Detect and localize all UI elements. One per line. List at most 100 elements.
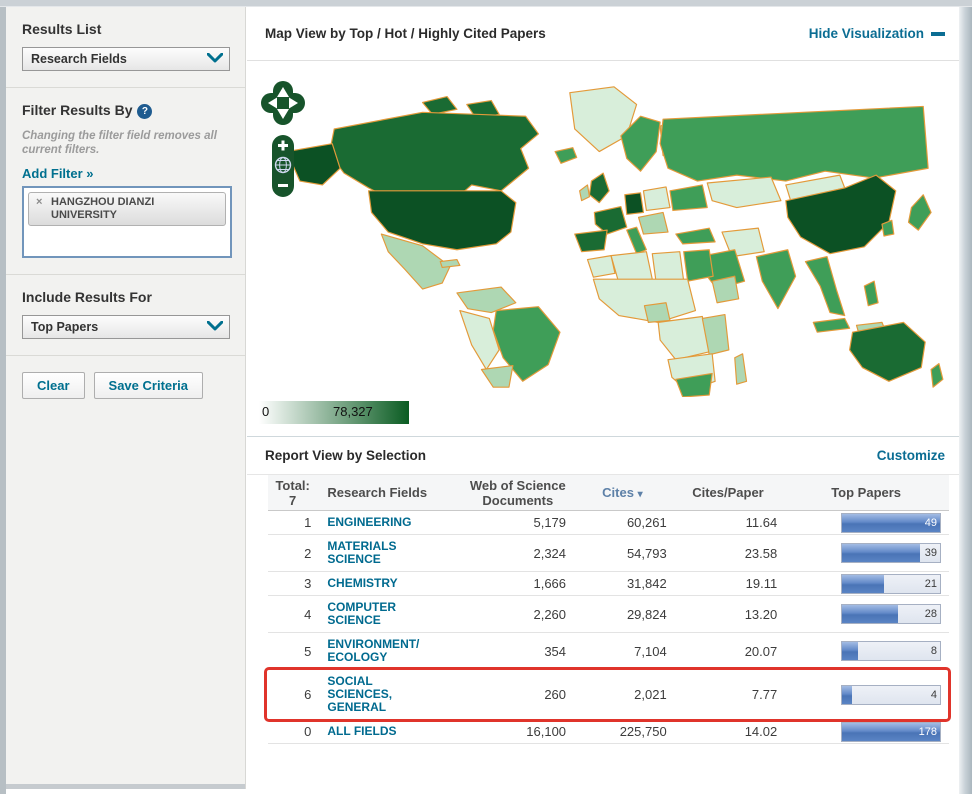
row-rank: 0	[268, 724, 317, 739]
filter-heading: Filter Results By?	[22, 102, 229, 119]
col-total: Total: 7	[268, 478, 317, 508]
help-icon[interactable]: ?	[137, 104, 152, 119]
top-papers-value: 49	[925, 517, 937, 529]
total-value: 7	[268, 493, 317, 508]
report-header: Report View by Selection Customize	[247, 437, 959, 475]
include-results-heading: Include Results For	[22, 289, 229, 305]
table-row[interactable]: 6 SOCIAL SCIENCES, GENERAL 260 2,021 7.7…	[268, 670, 949, 720]
customize-link[interactable]: Customize	[877, 448, 945, 463]
row-cites-per-paper: 23.58	[673, 546, 784, 561]
world-map-visualization[interactable]: 0 78,327	[247, 61, 959, 437]
include-results-section: Include Results For Top Papers	[6, 275, 245, 356]
map-zoom-control[interactable]	[272, 135, 294, 197]
row-cites: 7,104	[572, 644, 673, 659]
scrollbar[interactable]	[959, 7, 972, 794]
country-egypt[interactable]	[684, 250, 713, 281]
row-rank: 1	[268, 515, 317, 530]
row-cites: 60,261	[572, 515, 673, 530]
world-map[interactable]	[275, 75, 953, 397]
top-papers-bar: 49	[841, 513, 941, 533]
results-list-dropdown[interactable]: Research Fields	[22, 47, 230, 71]
row-cites-per-paper: 7.77	[673, 687, 784, 702]
map-legend: 0 78,327	[259, 401, 409, 424]
row-documents: 2,324	[463, 546, 572, 561]
top-papers-bar: 178	[841, 722, 941, 742]
legend-max: 78,327	[333, 404, 373, 419]
col-cites-sort[interactable]: Cites ▾	[572, 485, 673, 500]
research-field-link[interactable]: MATERIALS SCIENCE	[327, 535, 423, 571]
top-papers-value: 39	[925, 547, 937, 559]
research-field-link[interactable]: ENGINEERING	[327, 511, 423, 534]
col-research-fields[interactable]: Research Fields	[317, 485, 463, 500]
filter-note: Changing the filter field removes all cu…	[22, 129, 229, 157]
table-row[interactable]: 4 COMPUTER SCIENCE 2,260 29,824 13.20 28	[268, 596, 949, 633]
row-rank: 2	[268, 546, 317, 561]
table-row[interactable]: 5 ENVIRONMENT/ECOLOGY 354 7,104 20.07 8	[268, 633, 949, 670]
row-cites-per-paper: 14.02	[673, 724, 784, 739]
remove-filter-icon[interactable]: ×	[36, 196, 42, 209]
top-papers-value: 178	[919, 726, 937, 738]
sort-down-icon: ▾	[638, 489, 643, 500]
table-header-row: Total: 7 Research Fields Web of Science …	[268, 475, 949, 511]
col-wos-documents[interactable]: Web of Science Documents	[464, 478, 573, 508]
col-cites-per-paper[interactable]: Cites/Paper	[673, 485, 784, 500]
research-field-link[interactable]: ALL FIELDS	[327, 720, 423, 743]
sidebar: Results List Research Fields Filter Resu…	[6, 7, 246, 789]
top-papers-bar: 28	[841, 604, 941, 624]
table-row[interactable]: 3 CHEMISTRY 1,666 31,842 19.11 21	[268, 572, 949, 596]
top-papers-bar-fill	[842, 605, 898, 623]
table-row[interactable]: 1 ENGINEERING 5,179 60,261 11.64 49	[268, 511, 949, 535]
clear-button[interactable]: Clear	[22, 372, 85, 399]
hide-visualization-label: Hide Visualization	[809, 26, 924, 41]
research-field-link[interactable]: COMPUTER SCIENCE	[327, 596, 423, 632]
report-view-title: Report View by Selection	[265, 448, 426, 463]
table-row[interactable]: 0 ALL FIELDS 16,100 225,750 14.02 178	[268, 720, 949, 744]
filter-heading-label: Filter Results By	[22, 102, 132, 118]
map-view-title: Map View by Top / Hot / Highly Cited Pap…	[265, 26, 546, 41]
row-cites: 54,793	[572, 546, 673, 561]
filter-section: Filter Results By? Changing the filter f…	[6, 88, 245, 275]
country-india[interactable]	[756, 250, 795, 309]
top-papers-bar-fill	[842, 642, 858, 660]
save-criteria-button[interactable]: Save Criteria	[94, 372, 204, 399]
research-field-link[interactable]: SOCIAL SCIENCES, GENERAL	[327, 670, 423, 719]
top-papers-bar: 4	[841, 685, 941, 705]
filter-tag: × HANGZHOU DIANZI UNIVERSITY	[28, 192, 226, 226]
country-uk[interactable]	[589, 173, 609, 202]
results-list-dropdown-value: Research Fields	[31, 52, 127, 66]
add-filter-link[interactable]: Add Filter »	[22, 166, 94, 181]
country-new-zealand[interactable]	[931, 364, 943, 388]
chevron-down-icon	[207, 50, 223, 68]
include-results-dropdown[interactable]: Top Papers	[22, 315, 230, 339]
row-cites: 29,824	[572, 607, 673, 622]
filter-tag-label: HANGZHOU DIANZI UNIVERSITY	[51, 196, 154, 221]
research-field-link[interactable]: CHEMISTRY	[327, 572, 423, 595]
filter-box[interactable]: × HANGZHOU DIANZI UNIVERSITY	[22, 186, 232, 258]
main-panel: Map View by Top / Hot / Highly Cited Pap…	[247, 7, 959, 794]
country-russia[interactable]	[660, 106, 928, 181]
top-papers-value: 21	[925, 578, 937, 590]
results-list-heading: Results List	[22, 21, 229, 37]
country-japan[interactable]	[909, 195, 932, 230]
country-spain[interactable]	[575, 230, 607, 252]
research-field-link[interactable]: ENVIRONMENT/ECOLOGY	[327, 633, 423, 669]
top-papers-value: 8	[931, 645, 937, 657]
row-cites: 2,021	[572, 687, 673, 702]
cites-label: Cites	[602, 485, 634, 500]
hide-visualization-link[interactable]: Hide Visualization	[809, 26, 945, 41]
row-cites: 31,842	[572, 576, 673, 591]
row-rank: 4	[268, 607, 317, 622]
country-france[interactable]	[594, 207, 626, 234]
col-top-papers[interactable]: Top Papers	[783, 485, 949, 500]
report-table: Total: 7 Research Fields Web of Science …	[268, 475, 949, 744]
table-row[interactable]: 2 MATERIALS SCIENCE 2,324 54,793 23.58 3…	[268, 535, 949, 572]
country-canada[interactable]	[329, 112, 538, 200]
row-cites-per-paper: 19.11	[673, 576, 784, 591]
chevron-down-icon	[207, 318, 223, 336]
map-pan-control[interactable]	[261, 81, 305, 125]
row-documents: 2,260	[463, 607, 572, 622]
row-cites-per-paper: 20.07	[673, 644, 784, 659]
country-germany[interactable]	[625, 193, 644, 215]
country-australia[interactable]	[850, 322, 926, 381]
row-cites-per-paper: 11.64	[673, 515, 784, 530]
